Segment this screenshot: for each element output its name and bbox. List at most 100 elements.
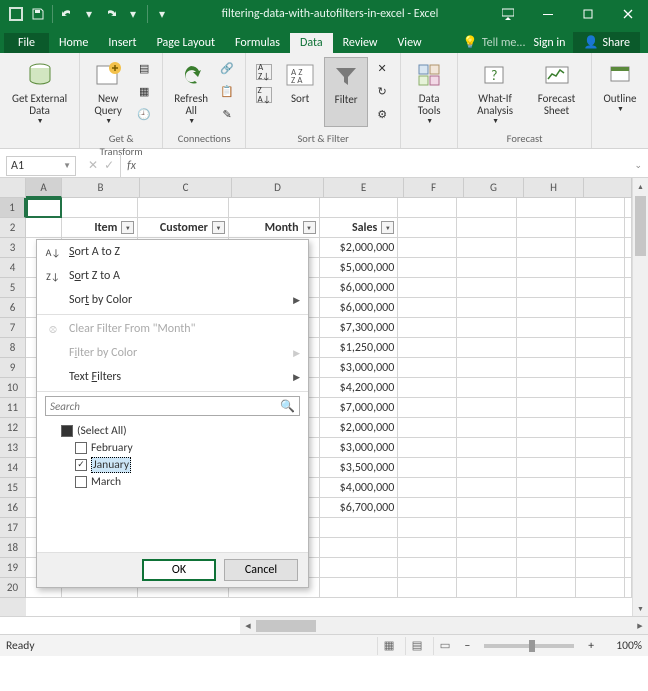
cell[interactable]: $2,000,000 (320, 238, 399, 258)
cell[interactable] (457, 218, 516, 238)
cell[interactable] (517, 218, 576, 238)
cell[interactable] (26, 198, 62, 218)
filter-search[interactable]: 🔍 (45, 396, 300, 416)
cell[interactable] (517, 238, 576, 258)
cell[interactable] (576, 238, 625, 258)
cell[interactable]: $5,000,000 (320, 258, 399, 278)
cell[interactable] (576, 298, 625, 318)
tab-formulas[interactable]: Formulas (225, 33, 290, 53)
cell[interactable]: $2,000,000 (320, 418, 399, 438)
cell[interactable] (398, 298, 457, 318)
scroll-down-icon[interactable]: ▼ (633, 600, 648, 616)
cell[interactable]: $7,000,000 (320, 398, 399, 418)
reapply-button[interactable]: ↻ (370, 80, 394, 102)
col-header-F[interactable]: F (404, 178, 464, 198)
row-header-17[interactable]: 17 (0, 518, 26, 538)
row-header-20[interactable]: 20 (0, 578, 26, 598)
row-header-8[interactable]: 8 (0, 338, 26, 358)
row-header-12[interactable]: 12 (0, 418, 26, 438)
cell[interactable] (457, 518, 516, 538)
sort-by-color-item[interactable]: Sort by Color▶ (37, 288, 308, 312)
filter-search-input[interactable] (50, 400, 280, 413)
cell[interactable] (457, 498, 516, 518)
cell[interactable] (517, 318, 576, 338)
zoom-out-icon[interactable]: − (461, 639, 475, 653)
col-header-H[interactable]: H (524, 178, 584, 198)
cell[interactable] (398, 518, 457, 538)
refresh-all-button[interactable]: Refresh All▼ (169, 57, 213, 127)
expand-formula-icon[interactable]: ⌄ (628, 160, 648, 171)
filter-select-all[interactable]: (Select All) (47, 422, 298, 439)
filter-drop-icon[interactable]: ▼ (303, 221, 316, 234)
cell[interactable] (457, 258, 516, 278)
cell[interactable] (320, 538, 399, 558)
page-break-icon[interactable]: ▭ (433, 637, 457, 655)
cell[interactable]: $3,500,000 (320, 458, 399, 478)
cell[interactable] (398, 478, 457, 498)
row-header-7[interactable]: 7 (0, 318, 26, 338)
checkbox-icon[interactable] (61, 425, 73, 437)
sort-az-item[interactable]: A↓Sort A to Z (37, 240, 308, 264)
whatif-button[interactable]: ? What-If Analysis▼ (464, 57, 526, 127)
cell[interactable] (457, 238, 516, 258)
tab-view[interactable]: View (388, 33, 432, 53)
cell[interactable] (517, 458, 576, 478)
cell[interactable] (320, 198, 399, 218)
minimize-icon[interactable] (528, 0, 568, 28)
confirm-icon[interactable]: ✓ (104, 158, 114, 173)
cell[interactable] (457, 478, 516, 498)
from-table-button[interactable]: ▦ (132, 80, 156, 102)
edit-links-button[interactable]: ✎ (215, 103, 239, 125)
cell[interactable]: $4,000,000 (320, 478, 399, 498)
cell[interactable] (517, 418, 576, 438)
cell[interactable] (576, 498, 625, 518)
checkbox-icon[interactable] (75, 442, 87, 454)
cell[interactable] (398, 238, 457, 258)
sort-za-item[interactable]: Z↓Sort Z to A (37, 264, 308, 288)
cell[interactable] (229, 198, 320, 218)
cell[interactable] (576, 198, 625, 218)
get-external-data-button[interactable]: Get External Data▼ (6, 57, 73, 127)
scroll-left-icon[interactable]: ◀ (240, 618, 256, 634)
cell[interactable] (457, 538, 516, 558)
chevron-down-icon[interactable]: ▾ (123, 4, 143, 24)
filter-opt-march[interactable]: March (47, 473, 298, 490)
qat-customize-icon[interactable]: ▾ (152, 4, 172, 24)
cell[interactable] (398, 498, 457, 518)
page-layout-icon[interactable]: ▤ (405, 637, 429, 655)
sort-button[interactable]: A ZZ A Sort (278, 57, 322, 127)
cancel-button[interactable]: Cancel (224, 559, 298, 581)
col-header-E[interactable]: E (324, 178, 404, 198)
cell[interactable] (138, 198, 229, 218)
row-header-15[interactable]: 15 (0, 478, 26, 498)
properties-button[interactable]: 📋 (215, 80, 239, 102)
cell[interactable] (398, 458, 457, 478)
cell[interactable] (457, 338, 516, 358)
cell[interactable] (398, 538, 457, 558)
row-header-4[interactable]: 4 (0, 258, 26, 278)
ribbon-options-icon[interactable] (488, 0, 528, 28)
save-icon[interactable] (28, 4, 48, 24)
normal-view-icon[interactable]: ▦ (377, 637, 401, 655)
sign-in[interactable]: Sign in (533, 36, 565, 50)
cell[interactable] (457, 438, 516, 458)
checkbox-icon[interactable] (75, 476, 87, 488)
tab-review[interactable]: Review (333, 33, 388, 53)
cell[interactable] (320, 578, 399, 598)
close-icon[interactable] (608, 0, 648, 28)
cell[interactable]: $6,700,000 (320, 498, 399, 518)
cell[interactable] (576, 438, 625, 458)
share-button[interactable]: 👤Share (573, 32, 640, 53)
new-query-button[interactable]: New Query▼ (86, 57, 130, 127)
tell-me[interactable]: 💡Tell me... (463, 35, 526, 50)
row-header-1[interactable]: 1 (0, 198, 26, 218)
name-box[interactable]: A1▼ (6, 156, 76, 176)
clear-button[interactable]: ✕ (370, 57, 394, 79)
cell[interactable] (576, 278, 625, 298)
filter-drop-icon[interactable]: ▼ (381, 221, 394, 234)
cell[interactable] (320, 518, 399, 538)
tab-file[interactable]: File (4, 33, 49, 53)
recent-sources-button[interactable]: 🕘 (132, 103, 156, 125)
cell[interactable] (398, 398, 457, 418)
scroll-up-icon[interactable]: ▲ (633, 178, 648, 194)
